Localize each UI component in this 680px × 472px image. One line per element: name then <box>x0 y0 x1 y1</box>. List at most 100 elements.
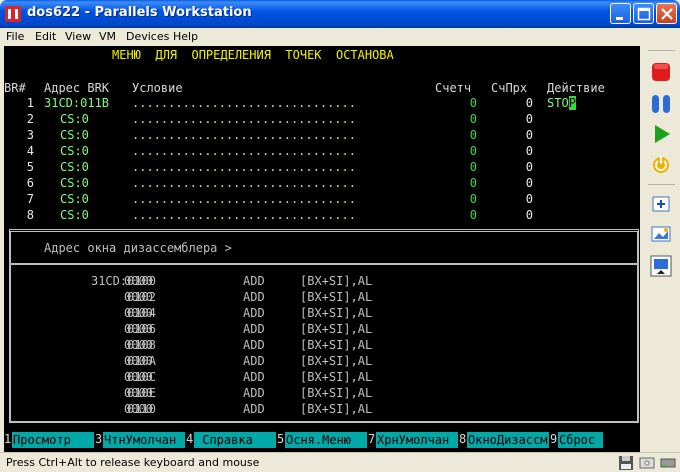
disasm-bytes: 0000 <box>124 402 153 416</box>
disasm-prompt[interactable]: Адрес окна дизассемблера > <box>44 241 232 256</box>
disasm-opcode: ADD <box>243 290 265 304</box>
col-pass: СчПрх <box>491 81 528 95</box>
status-bar: Press Ctrl+Alt to release keyboard and m… <box>0 452 680 472</box>
vm-screen[interactable]: МЕНЮ ДЛЯ ОПРЕДЕЛЕНИЯ ТОЧЕК ОСТАНОВА BR# … <box>4 46 640 452</box>
bp-address: CS:0 <box>60 160 89 174</box>
bp-pass: 0 <box>525 208 533 222</box>
bp-number: 8 <box>26 208 34 222</box>
toolbar-divider <box>648 50 675 51</box>
bp-address: CS:0 <box>60 144 89 158</box>
bp-number: 6 <box>26 176 34 190</box>
fkey-number: 8 <box>459 432 467 446</box>
bp-count: 0 <box>469 96 477 110</box>
bp-address: CS:0 <box>60 208 89 222</box>
disasm-operands: [BX+SI],AL <box>300 306 373 320</box>
fit-window-icon[interactable] <box>649 192 673 216</box>
bp-condition: ............................... <box>132 160 356 174</box>
disasm-opcode: ADD <box>243 338 265 352</box>
toolbar-divider <box>648 184 675 185</box>
status-text: Press Ctrl+Alt to release keyboard and m… <box>6 456 260 469</box>
vm-toolbar <box>643 46 680 452</box>
fullscreen-icon[interactable] <box>649 254 673 278</box>
close-button[interactable] <box>656 3 677 24</box>
bp-pass: 0 <box>525 128 533 142</box>
fkey-number: 5 <box>277 432 285 446</box>
col-address: Адрес BRK <box>44 81 110 95</box>
bp-pass: 0 <box>525 192 533 206</box>
fkey-label[interactable]: ХрнУмолчан <box>376 432 458 448</box>
floppy-icon[interactable] <box>618 455 634 471</box>
disasm-opcode: ADD <box>243 274 265 288</box>
stop-icon[interactable] <box>649 60 673 84</box>
fkey-number: 1 <box>4 432 12 446</box>
fkey-label[interactable]: Справка <box>194 432 276 448</box>
disasm-operands: [BX+SI],AL <box>300 402 373 416</box>
menu-view[interactable]: View <box>65 30 91 43</box>
bp-address: CS:0 <box>60 112 89 126</box>
fkey-label[interactable]: ЧтнУмолчан <box>103 432 185 448</box>
bp-address: CS:0 <box>60 176 89 190</box>
pause-icon[interactable] <box>649 92 673 116</box>
disasm-opcode: ADD <box>243 370 265 384</box>
cdrom-icon[interactable] <box>639 455 655 471</box>
maximize-button[interactable] <box>633 3 654 24</box>
close-icon <box>661 8 673 20</box>
parallels-logo-icon <box>5 6 21 22</box>
bp-count: 0 <box>469 144 477 158</box>
harddisk-icon[interactable] <box>660 455 676 471</box>
menu-edit[interactable]: Edit <box>35 30 56 43</box>
fkey-label[interactable]: Сброс <box>558 432 603 448</box>
bp-pass: 0 <box>525 176 533 190</box>
bp-number: 2 <box>26 112 34 126</box>
disasm-opcode: ADD <box>243 354 265 368</box>
function-key-bar: 1 Просмотр 3 ЧтнУмолчан 4 Справка 5 Осня.Меню 7… <box>4 431 640 449</box>
col-count: Счетч <box>435 81 472 95</box>
bp-condition: ............................... <box>132 128 356 142</box>
disasm-operands: [BX+SI],AL <box>300 354 373 368</box>
bp-number: 3 <box>26 128 34 142</box>
bp-condition: ............................... <box>132 112 356 126</box>
disasm-opcode: ADD <box>243 322 265 336</box>
fkey-label[interactable]: Просмотр <box>12 432 94 448</box>
bp-address: CS:0 <box>60 192 89 206</box>
dos-heading: МЕНЮ ДЛЯ ОПРЕДЕЛЕНИЯ ТОЧЕК ОСТАНОВА <box>112 48 394 62</box>
disasm-bytes: 0000 <box>124 274 153 288</box>
minimize-button[interactable] <box>610 3 631 24</box>
title-bar[interactable]: dos622 - Parallels Workstation <box>0 0 680 28</box>
bp-count: 0 <box>469 176 477 190</box>
fkey-number: 9 <box>550 432 558 446</box>
menu-vm[interactable]: VM <box>99 30 116 43</box>
disasm-bytes: 0000 <box>124 386 153 400</box>
bp-pass: 0 <box>525 160 533 174</box>
maximize-icon <box>637 7 651 21</box>
play-icon[interactable] <box>649 122 673 146</box>
screenshot-icon[interactable] <box>649 222 673 246</box>
disasm-bytes: 0000 <box>124 338 153 352</box>
disasm-operands: [BX+SI],AL <box>300 290 373 304</box>
bp-count: 0 <box>469 128 477 142</box>
menu-file[interactable]: File <box>6 30 24 43</box>
minimize-icon <box>616 17 623 20</box>
disasm-opcode: ADD <box>243 402 265 416</box>
fkey-label[interactable]: Осня.Меню <box>285 432 367 448</box>
fkey-number: 4 <box>186 432 194 446</box>
bp-count: 0 <box>469 192 477 206</box>
col-action: Действие <box>547 81 605 95</box>
bp-number: 7 <box>26 192 34 206</box>
fkey-label[interactable]: ОкноДизассм <box>467 432 549 448</box>
bp-pass: 0 <box>525 112 533 126</box>
fkey-number: 3 <box>95 432 103 446</box>
disasm-operands: [BX+SI],AL <box>300 338 373 352</box>
disasm-bytes: 0000 <box>124 306 153 320</box>
fkey-number: 7 <box>368 432 376 446</box>
menu-devices[interactable]: Devices <box>126 30 169 43</box>
bp-condition: ............................... <box>132 192 356 206</box>
col-br: BR# <box>4 81 26 95</box>
menu-bar: File Edit View VM Devices Help <box>0 28 680 46</box>
menu-help[interactable]: Help <box>173 30 198 43</box>
disasm-operands: [BX+SI],AL <box>300 386 373 400</box>
bp-number: 5 <box>26 160 34 174</box>
bp-action[interactable]: STOP <box>547 96 576 111</box>
reset-icon[interactable] <box>649 152 673 176</box>
window-title: dos622 - Parallels Workstation <box>27 5 252 20</box>
